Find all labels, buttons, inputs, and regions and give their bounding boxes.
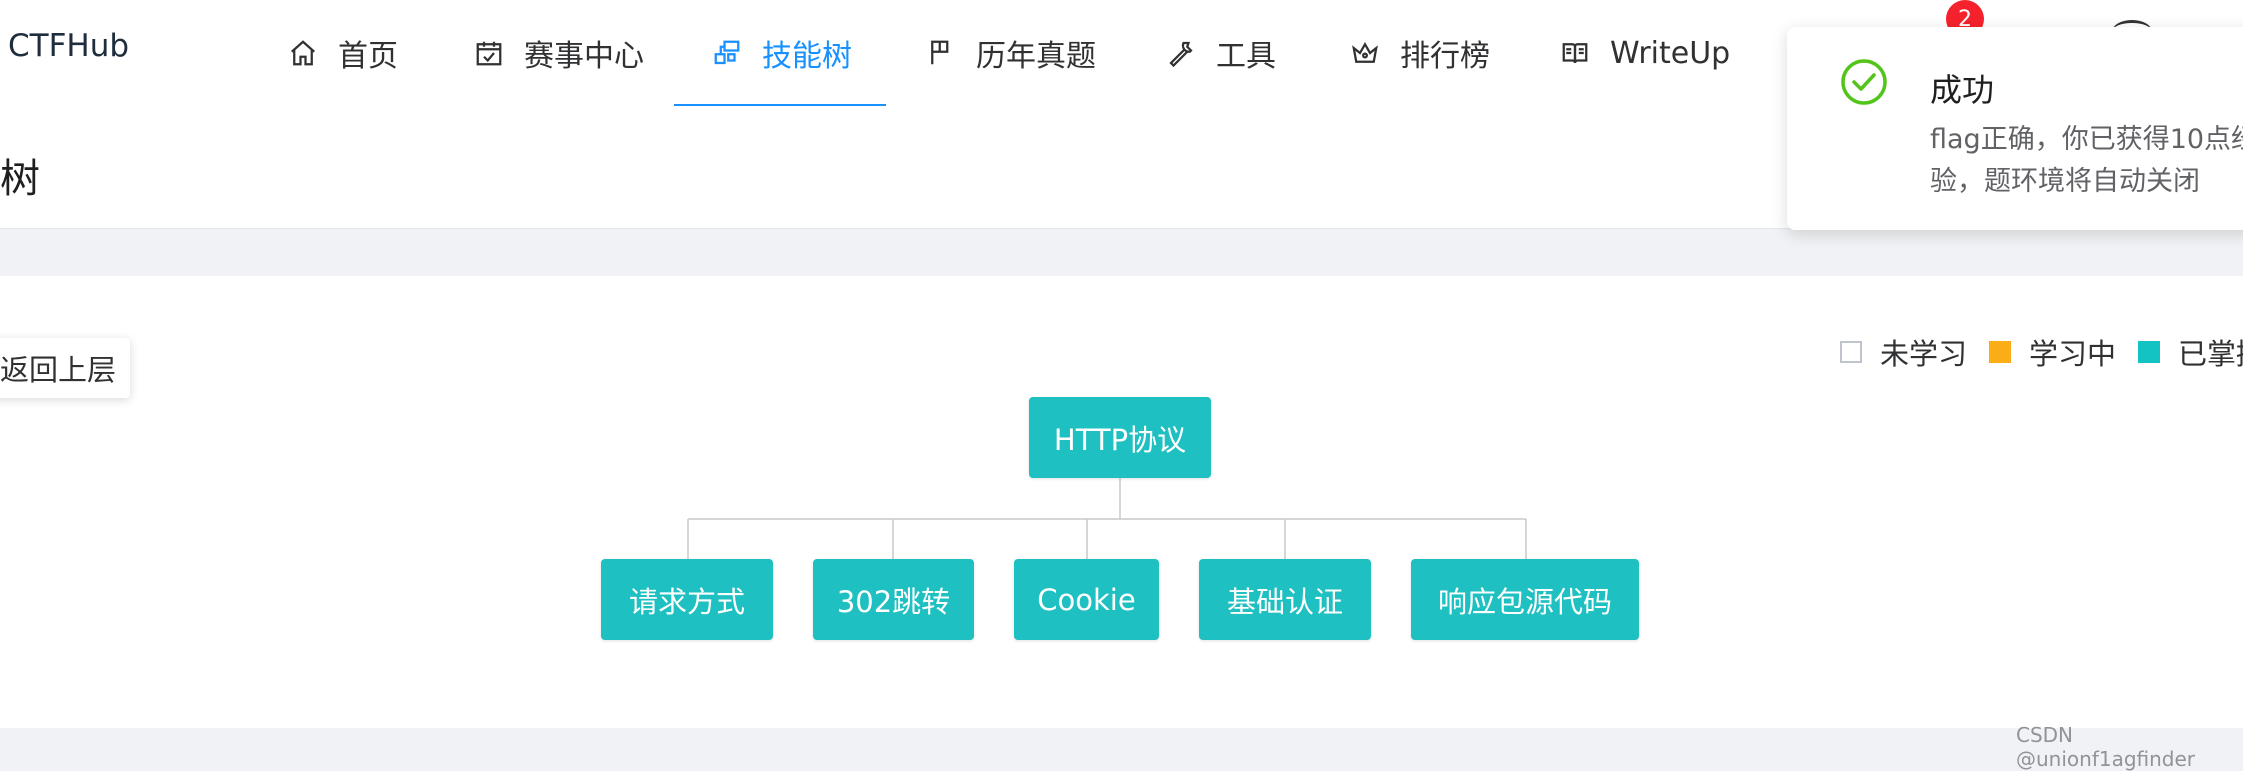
book-icon xyxy=(1562,43,1588,64)
home-icon xyxy=(291,40,315,66)
nav-skill-tree[interactable]: 技能树 xyxy=(712,0,852,106)
tree-node-response-source[interactable]: 响应包源代码 xyxy=(1411,559,1639,640)
flag-icon xyxy=(931,40,949,65)
brand-logo[interactable]: CTFHub xyxy=(8,28,129,64)
nav-tools[interactable]: 工具 xyxy=(1166,0,1276,106)
success-check-icon xyxy=(1841,59,1887,105)
watermark: CSDN @unionf1agfinder xyxy=(2016,723,2196,771)
nav-past-questions[interactable]: 历年真题 xyxy=(926,0,1096,106)
nav-home[interactable]: 首页 xyxy=(288,0,398,106)
nav-leaderboard[interactable]: 排行榜 xyxy=(1350,0,1490,106)
nav-events[interactable]: 赛事中心 xyxy=(474,0,644,106)
tree-connectors xyxy=(687,478,1527,559)
page-title: 树 xyxy=(0,156,40,202)
tree-node-302-redirect[interactable]: 302跳转 xyxy=(813,559,974,640)
success-notification: 成功 flag正确，你已获得10点经验，题环境将自动关闭 xyxy=(1787,27,2243,230)
nav-writeup[interactable]: WriteUp xyxy=(1560,0,1730,106)
tree-node-request-method[interactable]: 请求方式 xyxy=(601,559,773,640)
notification-title: 成功 xyxy=(1930,71,1995,109)
crown-icon xyxy=(1352,41,1378,63)
skill-tree-card: 返回上层 未学习 学习中 已掌握 HTTP协议 请求方式 302跳转 Cooki… xyxy=(0,276,2243,728)
tree-node-cookie[interactable]: Cookie xyxy=(1014,559,1159,640)
tree-node-root[interactable]: HTTP协议 xyxy=(1029,397,1211,478)
wrench-icon xyxy=(1169,41,1193,68)
nav-past-questions-label: 历年真题 xyxy=(976,39,1096,74)
nav-tools-label: 工具 xyxy=(1216,39,1276,74)
nav-writeup-label: WriteUp xyxy=(1610,35,1731,71)
nav-home-label: 首页 xyxy=(338,39,398,74)
tree-node-basic-auth[interactable]: 基础认证 xyxy=(1199,559,1371,640)
calendar-icon xyxy=(476,41,502,66)
skill-tree-icon xyxy=(714,40,740,65)
nav-skill-tree-label: 技能树 xyxy=(762,39,852,74)
nav-events-label: 赛事中心 xyxy=(524,39,644,74)
notification-message: flag正确，你已获得10点经验，题环境将自动关闭 xyxy=(1930,124,2243,197)
nav-leaderboard-label: 排行榜 xyxy=(1400,39,1490,74)
